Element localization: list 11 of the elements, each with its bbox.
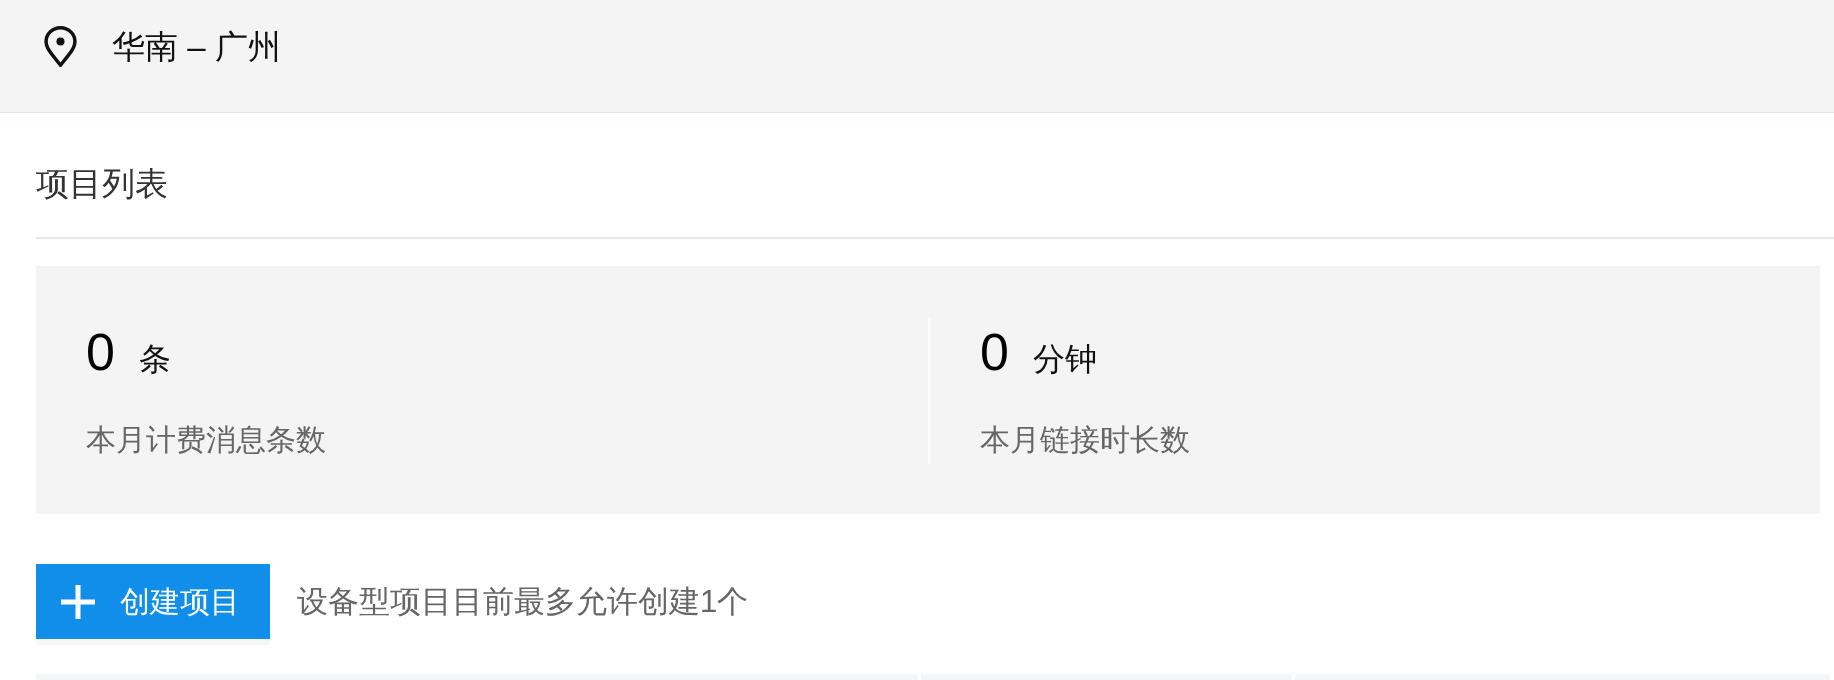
limit-hint: 设备型项目目前最多允许创建1个 [297, 582, 749, 621]
stat-label: 本月链接时长数 [980, 422, 1190, 458]
stat-value: 0 [980, 322, 1009, 382]
plus-icon [61, 584, 95, 619]
stat-unit: 条 [138, 340, 171, 379]
location-pin-icon [44, 26, 77, 67]
stat-value: 0 [86, 322, 115, 382]
region-name: 华南 – 广州 [112, 27, 281, 67]
stat-unit: 分钟 [1032, 340, 1097, 379]
stat-label: 本月计费消息条数 [86, 422, 326, 458]
section-title: 项目列表 [36, 164, 168, 204]
